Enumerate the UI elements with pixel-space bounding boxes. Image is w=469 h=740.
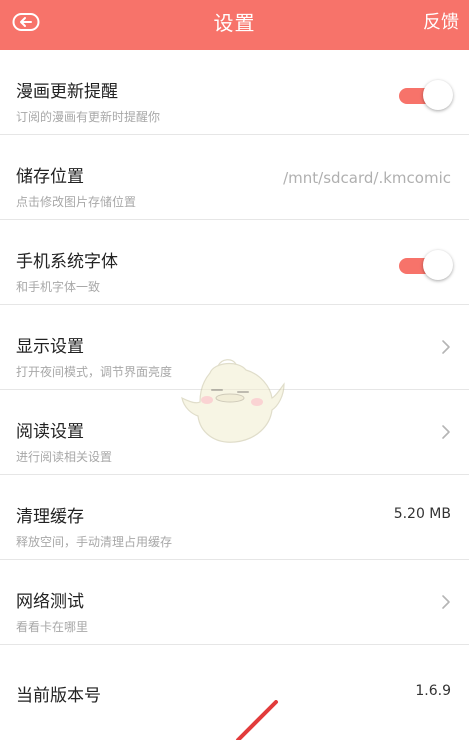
setting-subtitle: 打开夜间模式，调节界面亮度 [16,365,173,379]
setting-storage-location[interactable]: 储存位置 点击修改图片存储位置 /mnt/sdcard/.kmcomic [0,135,469,220]
feedback-button[interactable]: 反馈 [423,0,459,50]
decorative-stroke [236,700,278,740]
system-font-toggle[interactable] [399,250,453,280]
storage-path-value: /mnt/sdcard/.kmcomic [283,169,451,187]
setting-title: 漫画更新提醒 [16,82,118,102]
setting-subtitle: 订阅的漫画有更新时提醒你 [16,110,161,124]
setting-network-test[interactable]: 网络测试 看看卡在哪里 [0,560,469,645]
version-value: 1.6.9 [415,683,451,699]
setting-subtitle: 进行阅读相关设置 [16,450,113,464]
setting-subtitle: 和手机字体一致 [16,280,101,294]
setting-update-reminder[interactable]: 漫画更新提醒 订阅的漫画有更新时提醒你 [0,50,469,135]
setting-subtitle: 释放空间，手动清理占用缓存 [16,535,173,549]
chevron-right-icon [442,595,450,609]
setting-title: 清理缓存 [16,507,84,527]
toggle-knob [423,250,453,280]
setting-title: 储存位置 [16,167,84,187]
setting-subtitle: 点击修改图片存储位置 [16,195,137,209]
mascot-watermark-icon [181,359,285,443]
cache-size-value: 5.20 MB [393,506,451,522]
toggle-knob [423,80,453,110]
setting-clear-cache[interactable]: 清理缓存 释放空间，手动清理占用缓存 5.20 MB [0,475,469,560]
setting-title: 手机系统字体 [16,252,118,272]
setting-title: 当前版本号 [16,686,101,706]
setting-title: 显示设置 [16,337,84,357]
update-reminder-toggle[interactable] [399,80,453,110]
setting-subtitle: 看看卡在哪里 [16,620,89,634]
chevron-right-icon [442,340,450,354]
app-header: 设置 反馈 [0,0,469,50]
setting-system-font[interactable]: 手机系统字体 和手机字体一致 [0,220,469,305]
setting-title: 网络测试 [16,592,84,612]
settings-screen: 设置 反馈 漫画更新提醒 订阅的漫画有更新时提醒你 储存位置 点击修改图片存储位… [0,0,469,740]
chevron-right-icon [442,425,450,439]
setting-title: 阅读设置 [16,422,84,442]
page-title: 设置 [213,11,256,35]
